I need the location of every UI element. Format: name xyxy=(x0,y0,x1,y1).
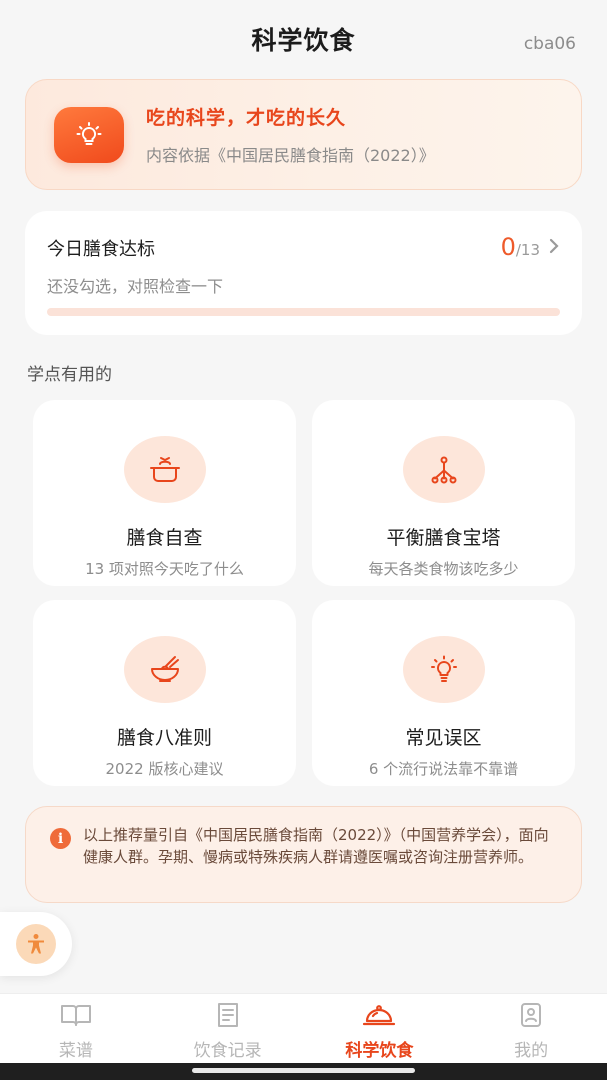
profile-icon xyxy=(514,1002,548,1032)
food-cloche-icon xyxy=(361,1002,397,1032)
accessibility-icon xyxy=(16,924,56,964)
tab-science-diet[interactable]: 科学饮食 xyxy=(304,994,456,1063)
tab-label: 饮食记录 xyxy=(193,1041,262,1061)
progress-done-count: 0 xyxy=(500,233,516,261)
card-description: 2022 版核心建议 xyxy=(105,760,224,778)
tab-recipes[interactable]: 菜谱 xyxy=(0,994,152,1063)
card-food-pyramid[interactable]: 平衡膳食宝塔 每天各类食物该吃多少 xyxy=(312,400,575,586)
card-title: 平衡膳食宝塔 xyxy=(386,527,501,549)
bowl-chopsticks-icon xyxy=(123,636,206,703)
tab-label: 科学饮食 xyxy=(345,1041,414,1061)
book-icon xyxy=(59,1002,93,1032)
intro-banner: 吃的科学，才吃的长久 内容依据《中国居民膳食指南（2022）》 xyxy=(25,79,582,190)
warning-bulb-icon xyxy=(402,636,485,703)
tab-profile[interactable]: 我的 xyxy=(455,994,607,1063)
progress-bar xyxy=(47,308,560,316)
disclaimer-notice: i 以上推荐量引自《中国居民膳食指南（2022）》（中国营养学会），面向健康人群… xyxy=(25,806,582,903)
progress-label: 今日膳食达标 xyxy=(47,239,155,260)
disclaimer-text: 以上推荐量引自《中国居民膳食指南（2022）》（中国营养学会），面向健康人群。孕… xyxy=(83,826,549,866)
info-icon: i xyxy=(50,828,71,849)
page-title: 科学饮食 xyxy=(251,26,356,55)
tab-diet-record[interactable]: 饮食记录 xyxy=(152,994,304,1063)
card-description: 6 个流行说法靠不靠谱 xyxy=(368,760,519,778)
notes-icon xyxy=(211,1002,245,1032)
bottom-tab-bar: 菜谱 饮食记录 科学饮食 我的 xyxy=(0,993,607,1063)
progress-hint: 还没勾选，对照检查一下 xyxy=(47,277,224,296)
progress-count: 0 /13 xyxy=(501,233,560,261)
tab-label: 我的 xyxy=(514,1041,549,1061)
card-description: 13 项对照今天吃了什么 xyxy=(85,560,244,578)
progress-total-count: /13 xyxy=(515,241,540,259)
accessibility-float-button[interactable] xyxy=(0,912,72,976)
card-common-myths[interactable]: 常见误区 6 个流行说法靠不靠谱 xyxy=(312,600,575,786)
cooking-pot-icon xyxy=(123,436,206,503)
user-id-label: cba06 xyxy=(523,34,576,54)
banner-headline: 吃的科学，才吃的长久 xyxy=(146,107,347,129)
daily-diet-progress-card[interactable]: 今日膳食达标 0 /13 还没勾选，对照检查一下 xyxy=(25,211,582,335)
home-indicator[interactable] xyxy=(192,1068,415,1073)
lightbulb-icon xyxy=(54,106,124,163)
banner-source: 内容依据《中国居民膳食指南（2022）》 xyxy=(146,146,435,165)
section-title: 学点有用的 xyxy=(27,365,112,385)
card-title: 常见误区 xyxy=(405,727,482,749)
card-title: 膳食八准则 xyxy=(116,727,212,749)
card-description: 每天各类食物该吃多少 xyxy=(368,560,519,578)
app-header: 科学饮食 cba06 xyxy=(0,0,607,78)
tab-label: 菜谱 xyxy=(58,1041,93,1061)
card-eight-principles[interactable]: 膳食八准则 2022 版核心建议 xyxy=(33,600,296,786)
card-diet-self-check[interactable]: 膳食自查 13 项对照今天吃了什么 xyxy=(33,400,296,586)
chevron-right-icon xyxy=(548,236,560,260)
card-title: 膳食自查 xyxy=(126,527,203,549)
pyramid-tree-icon xyxy=(402,436,485,503)
